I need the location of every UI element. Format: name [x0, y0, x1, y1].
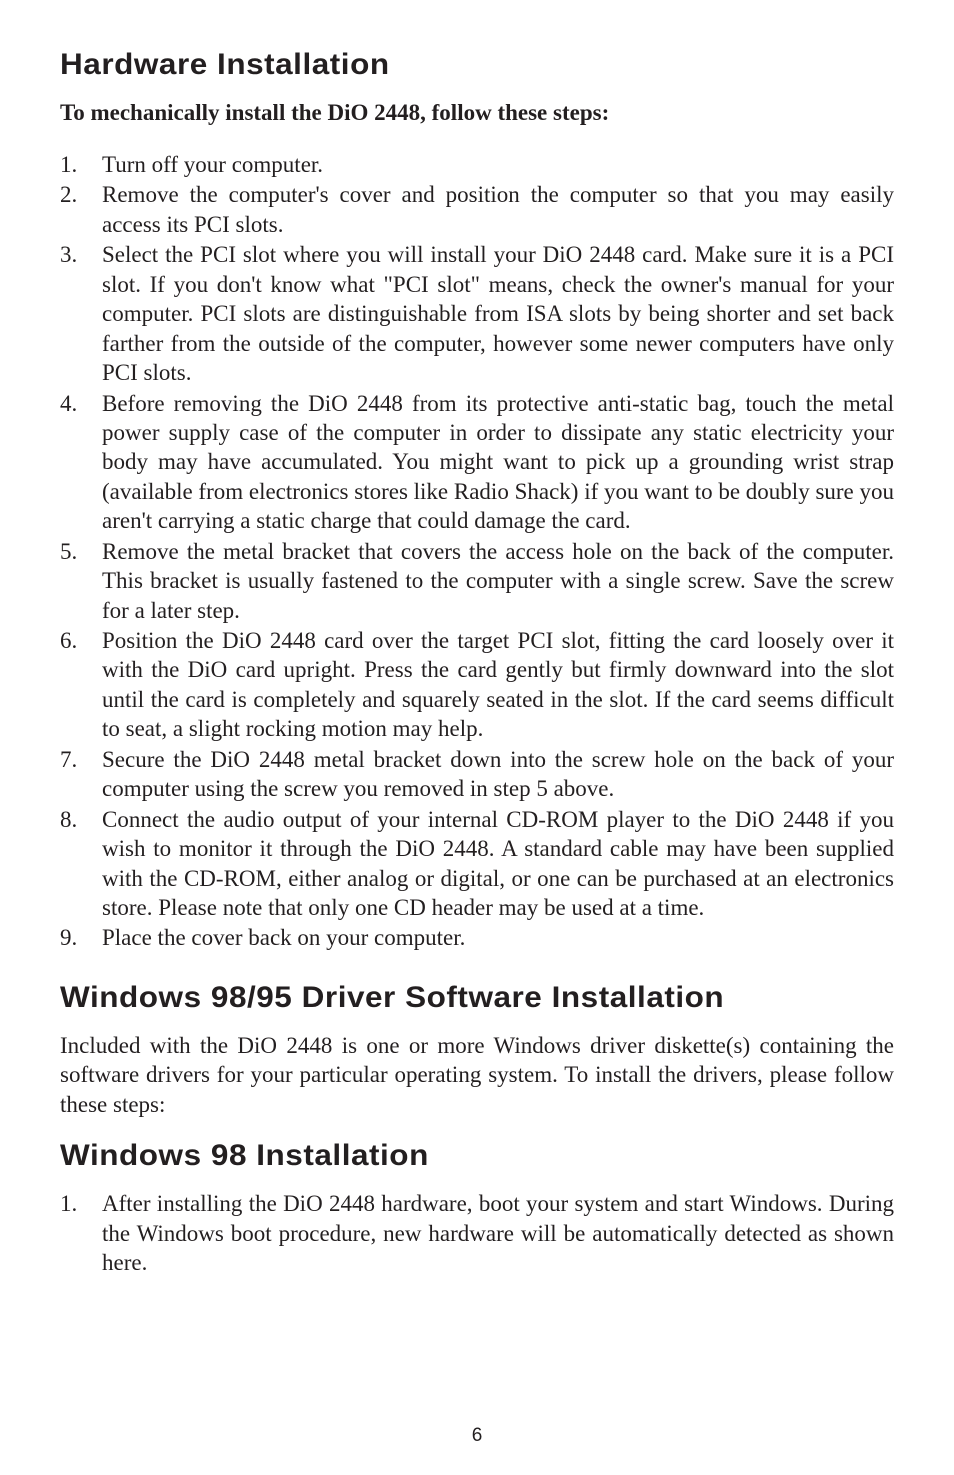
list-item: 3.Select the PCI slot where you will ins… [60, 240, 894, 387]
list-item: 4.Before removing the DiO 2448 from its … [60, 389, 894, 536]
list-number: 2. [60, 180, 102, 239]
list-number: 1. [60, 150, 102, 179]
list-text: Connect the audio output of your interna… [102, 805, 894, 923]
list-text: Select the PCI slot where you will insta… [102, 240, 894, 387]
list-text: After installing the DiO 2448 hardware, … [102, 1189, 894, 1277]
list-text: Turn off your computer. [102, 150, 894, 179]
page-number: 6 [0, 1425, 954, 1447]
windows98-installation-heading: Windows 98 Installation [60, 1139, 936, 1173]
list-number: 9. [60, 923, 102, 952]
list-text: Remove the computer's cover and position… [102, 180, 894, 239]
list-text: Position the DiO 2448 card over the targ… [102, 626, 894, 744]
hardware-installation-heading: Hardware Installation [60, 48, 936, 82]
list-text: Secure the DiO 2448 metal bracket down i… [102, 745, 894, 804]
list-number: 6. [60, 626, 102, 744]
list-number: 1. [60, 1189, 102, 1277]
list-item: 2.Remove the computer's cover and positi… [60, 180, 894, 239]
list-number: 3. [60, 240, 102, 387]
list-item: 5.Remove the metal bracket that covers t… [60, 537, 894, 625]
driver-installation-heading: Windows 98/95 Driver Software Installati… [60, 981, 936, 1015]
list-number: 8. [60, 805, 102, 923]
list-text: Remove the metal bracket that covers the… [102, 537, 894, 625]
list-item: 1.Turn off your computer. [60, 150, 894, 179]
list-text: Before removing the DiO 2448 from its pr… [102, 389, 894, 536]
list-item: 9.Place the cover back on your computer. [60, 923, 894, 952]
list-item: 1.After installing the DiO 2448 hardware… [60, 1189, 894, 1277]
list-text: Place the cover back on your computer. [102, 923, 894, 952]
driver-intro-paragraph: Included with the DiO 2448 is one or mor… [60, 1031, 894, 1119]
list-number: 5. [60, 537, 102, 625]
list-item: 8.Connect the audio output of your inter… [60, 805, 894, 923]
list-number: 4. [60, 389, 102, 536]
list-item: 6.Position the DiO 2448 card over the ta… [60, 626, 894, 744]
list-item: 7.Secure the DiO 2448 metal bracket down… [60, 745, 894, 804]
list-number: 7. [60, 745, 102, 804]
win98-steps-list: 1.After installing the DiO 2448 hardware… [60, 1189, 894, 1277]
hardware-steps-list: 1.Turn off your computer. 2.Remove the c… [60, 150, 894, 953]
hardware-subtitle: To mechanically install the DiO 2448, fo… [60, 100, 894, 126]
